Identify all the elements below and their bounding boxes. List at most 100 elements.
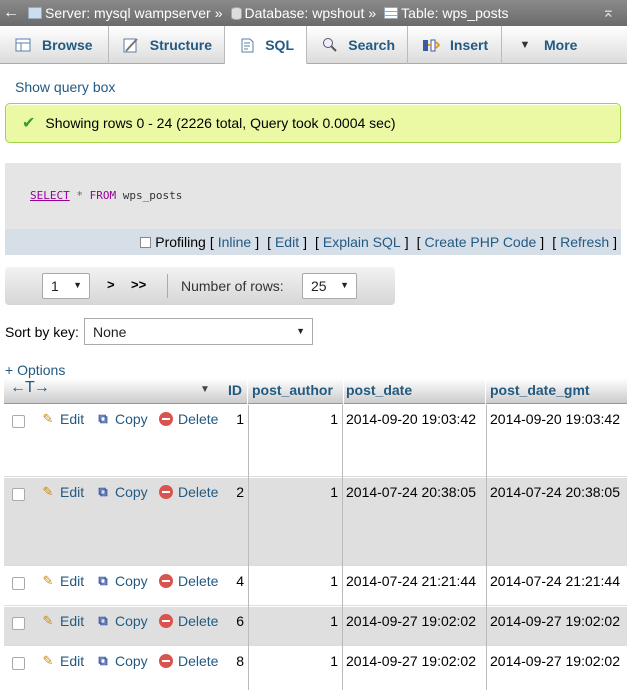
breadcrumb-bar: ← Server: mysql wampserver » Database: w…	[0, 0, 627, 26]
copy-action[interactable]: ⧉ Copy	[95, 411, 147, 427]
column-divider	[248, 405, 249, 690]
cell-id[interactable]: 4	[218, 573, 244, 589]
tab-structure[interactable]: Structure	[109, 26, 225, 64]
cell-post-author[interactable]: 1	[252, 484, 338, 500]
create-php-code-link[interactable]: Create PHP Code	[424, 234, 536, 250]
cell-post-date-gmt[interactable]: 2014-09-27 19:02:02	[490, 653, 620, 669]
column-divider	[342, 405, 343, 690]
copy-action[interactable]: ⧉ Copy	[95, 613, 147, 629]
delete-action[interactable]: Delete	[158, 484, 218, 500]
edit-action[interactable]: ✎ Edit	[40, 484, 85, 500]
inline-link[interactable]: Inline	[218, 234, 251, 250]
column-header-post-date[interactable]: post_date	[346, 378, 486, 404]
sql-keyword-select[interactable]: SELECT	[30, 189, 70, 202]
pencil-icon: ✎	[42, 613, 54, 628]
row-checkbox[interactable]	[12, 657, 25, 670]
sql-icon	[239, 37, 255, 53]
dropdown-arrow-icon: ▼	[73, 280, 82, 290]
tab-sql[interactable]: SQL	[225, 26, 307, 64]
row-checkbox[interactable]	[12, 577, 25, 590]
sql-keyword-from: FROM	[89, 189, 117, 202]
refresh-link[interactable]: Refresh	[560, 234, 609, 250]
breadcrumb-table[interactable]: Table: wps_posts	[378, 5, 509, 21]
cell-post-author[interactable]: 1	[252, 411, 338, 427]
check-icon: ✔	[22, 115, 36, 132]
profiling-checkbox[interactable]	[140, 236, 152, 248]
navigation-bar: 1 ▼ > >> Number of rows: 25 ▼	[5, 267, 395, 305]
table-icon	[384, 7, 399, 19]
tab-bar: Browse Structure SQL Search Insert ▼ Mor…	[0, 26, 627, 64]
breadcrumb-separator: »	[214, 5, 223, 21]
delete-action[interactable]: Delete	[158, 573, 218, 589]
cell-id[interactable]: 1	[218, 411, 244, 427]
cell-post-date-gmt[interactable]: 2014-07-24 21:21:44	[490, 573, 620, 589]
copy-icon: ⧉	[98, 653, 108, 668]
cell-post-date[interactable]: 2014-07-24 21:21:44	[346, 573, 476, 589]
edit-action[interactable]: ✎ Edit	[40, 573, 85, 589]
cell-post-date[interactable]: 2014-09-27 19:02:02	[346, 653, 476, 669]
number-of-rows-select[interactable]: 25 ▼	[302, 273, 357, 299]
delete-icon	[159, 485, 173, 499]
chevron-down-icon: ▼	[519, 39, 531, 51]
back-arrow-icon[interactable]: ←	[0, 4, 22, 22]
last-page-button[interactable]: >>	[131, 277, 146, 292]
edit-action[interactable]: ✎ Edit	[40, 613, 85, 629]
tab-more[interactable]: ▼ More	[502, 26, 592, 64]
copy-action[interactable]: ⧉ Copy	[95, 573, 147, 589]
table-row: ✎ Edit ⧉ Copy Delete 6 1 2014-09-27 19:02:…	[4, 607, 627, 646]
collapse-icon[interactable]: ⌅	[602, 2, 615, 22]
delete-action[interactable]: Delete	[158, 653, 218, 669]
page-select[interactable]: 1 ▼	[42, 273, 90, 299]
cell-post-date-gmt[interactable]: 2014-09-20 19:03:42	[490, 411, 620, 427]
column-header-id[interactable]: ID	[228, 378, 248, 404]
column-divider	[486, 405, 487, 690]
copy-icon: ⧉	[98, 613, 108, 628]
row-checkbox[interactable]	[12, 415, 25, 428]
cell-post-author[interactable]: 1	[252, 613, 338, 629]
tab-search[interactable]: Search	[307, 26, 408, 64]
column-header-post-author[interactable]: post_author	[252, 378, 344, 404]
cell-post-date[interactable]: 2014-07-24 20:38:05	[346, 484, 476, 500]
insert-icon	[422, 37, 440, 53]
pencil-icon: ✎	[42, 573, 54, 588]
tab-browse[interactable]: Browse	[0, 26, 109, 64]
delete-action[interactable]: Delete	[158, 411, 218, 427]
pencil-icon: ✎	[42, 653, 54, 668]
number-of-rows-label: Number of rows:	[181, 278, 284, 294]
cell-id[interactable]: 8	[218, 653, 244, 669]
column-toggle-arrows-icon[interactable]: ←T→	[10, 379, 50, 397]
copy-icon: ⧉	[98, 411, 108, 426]
row-checkbox[interactable]	[12, 617, 25, 630]
breadcrumb-server[interactable]: Server: mysql wampserver	[22, 5, 211, 21]
cell-post-author[interactable]: 1	[252, 653, 338, 669]
cell-post-date-gmt[interactable]: 2014-07-24 20:38:05	[490, 484, 620, 500]
copy-action[interactable]: ⧉ Copy	[95, 653, 147, 669]
tab-insert[interactable]: Insert	[408, 26, 502, 64]
table-row: ✎ Edit ⧉ Copy Delete 4 1 2014-07-24 21:21:…	[4, 567, 627, 606]
edit-query-link[interactable]: Edit	[275, 234, 299, 250]
options-link[interactable]: + Options	[5, 362, 65, 378]
row-checkbox[interactable]	[12, 488, 25, 501]
delete-action[interactable]: Delete	[158, 613, 218, 629]
cell-post-date[interactable]: 2014-09-20 19:03:42	[346, 411, 476, 427]
sort-by-key-select[interactable]: None ▼	[84, 318, 313, 345]
explain-sql-link[interactable]: Explain SQL	[323, 234, 401, 250]
pencil-icon: ✎	[42, 411, 54, 426]
dropdown-arrow-icon: ▼	[340, 280, 349, 290]
cell-post-date-gmt[interactable]: 2014-09-27 19:02:02	[490, 613, 620, 629]
cell-id[interactable]: 6	[218, 613, 244, 629]
pencil-icon: ✎	[42, 484, 54, 499]
dropdown-arrow-icon: ▼	[296, 326, 305, 336]
show-query-box-link[interactable]: Show query box	[15, 79, 115, 95]
breadcrumb-database[interactable]: Database: wpshout	[225, 5, 364, 21]
edit-action[interactable]: ✎ Edit	[40, 411, 85, 427]
breadcrumb-separator: »	[368, 5, 377, 21]
chevron-down-icon[interactable]: ▼	[200, 384, 210, 395]
cell-post-author[interactable]: 1	[252, 573, 338, 589]
edit-action[interactable]: ✎ Edit	[40, 653, 85, 669]
next-page-button[interactable]: >	[107, 277, 115, 292]
copy-action[interactable]: ⧉ Copy	[95, 484, 147, 500]
column-header-post-date-gmt[interactable]: post_date_gmt	[490, 378, 627, 404]
cell-post-date[interactable]: 2014-09-27 19:02:02	[346, 613, 476, 629]
cell-id[interactable]: 2	[218, 484, 244, 500]
